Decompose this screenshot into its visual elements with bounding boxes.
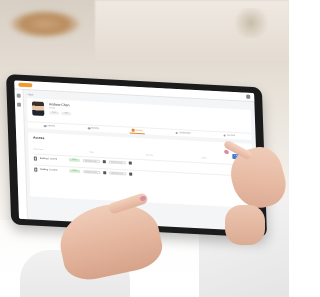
tab-identity[interactable]: Identity xyxy=(42,124,57,129)
valid-to-field[interactable]: 08/01/2023 17:00 xyxy=(109,171,127,176)
tab-label: Access xyxy=(135,129,143,132)
card-icon xyxy=(175,131,179,135)
profile-tag: Guest xyxy=(49,111,60,115)
menu-icon[interactable] xyxy=(246,94,251,99)
calendar-icon[interactable] xyxy=(102,160,106,164)
app-sidebar xyxy=(14,89,29,220)
chevron-left-icon: ‹ xyxy=(26,94,28,97)
calendar-icon[interactable] xyxy=(103,171,107,175)
profile-subtitle: Tenant xyxy=(49,107,56,110)
tab-label: Credentials xyxy=(178,132,191,135)
tab-label: Account xyxy=(226,134,236,138)
door-icon xyxy=(34,167,38,172)
tab-account[interactable]: Account xyxy=(221,133,237,138)
tab-label: Mobility xyxy=(91,127,100,130)
status-badge: Active xyxy=(69,169,81,174)
user-icon xyxy=(223,134,226,137)
tab-label: Identity xyxy=(47,125,56,128)
back-label: Back xyxy=(28,94,34,97)
profile-tag: Staff xyxy=(61,111,72,116)
home-icon[interactable] xyxy=(16,93,21,98)
valid-to-field[interactable]: 08/01/2023 17:00 xyxy=(108,160,126,165)
calendar-icon[interactable] xyxy=(128,161,132,165)
blurred-decor xyxy=(231,8,271,38)
tab-mobility[interactable]: Mobility xyxy=(86,126,101,131)
brand-logo xyxy=(18,82,33,88)
right-hand-grip xyxy=(225,205,265,245)
tab-access[interactable]: Access xyxy=(129,127,145,135)
calendar-icon[interactable] xyxy=(129,172,133,176)
valid-from-field[interactable]: 08/01/2022 09:00 xyxy=(83,169,101,175)
photo-scene: ‹ Back Andrew Chen Tenant Guest Staff Id… xyxy=(0,0,289,297)
key-icon xyxy=(131,128,135,132)
id-icon xyxy=(44,124,47,128)
valid-from-field[interactable]: 08/01/2022 09:00 xyxy=(82,158,100,164)
access-level-label: Building 1 Level 5 xyxy=(40,168,58,172)
door-icon xyxy=(33,156,37,161)
car-icon xyxy=(87,127,91,130)
status-badge: Active xyxy=(68,158,80,163)
tab-credentials[interactable]: Credentials xyxy=(173,131,192,137)
access-level-label: Building 1 Level 4 xyxy=(39,157,58,161)
avatar xyxy=(31,101,45,117)
people-icon[interactable] xyxy=(16,102,22,107)
blurred-lamp xyxy=(10,10,80,38)
